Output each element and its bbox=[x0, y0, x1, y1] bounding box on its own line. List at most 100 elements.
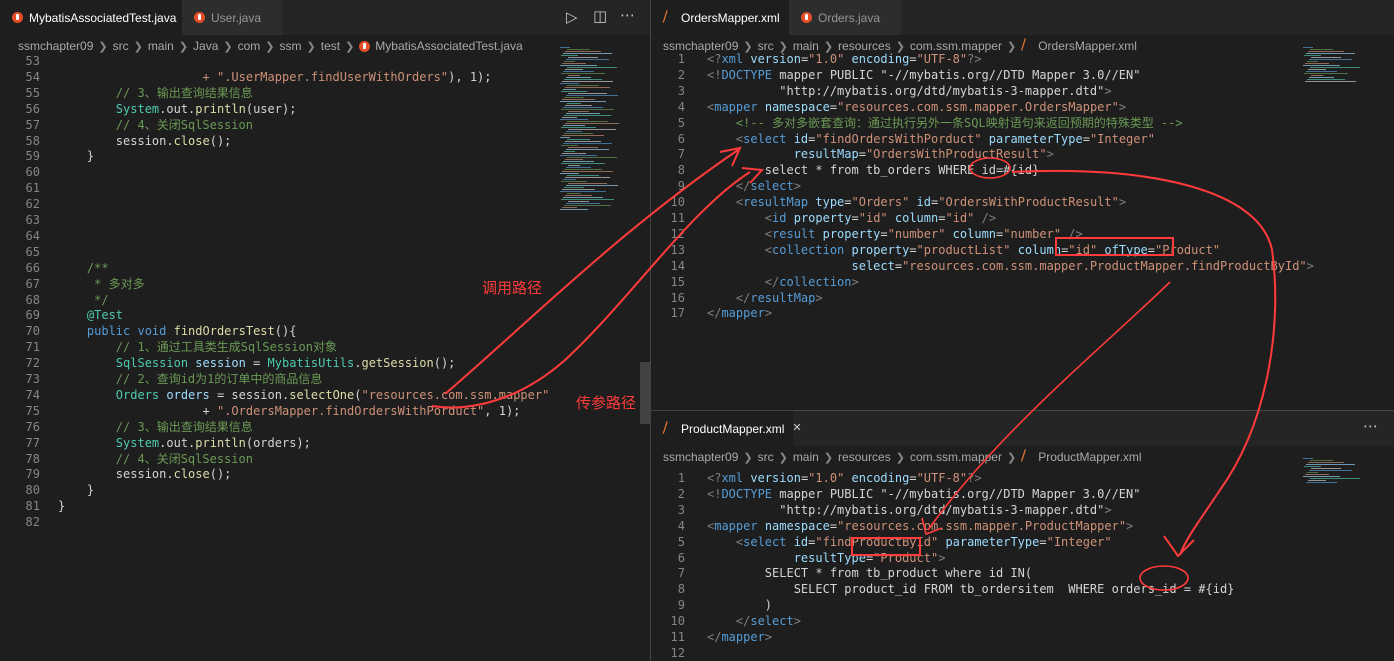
code-line[interactable]: 58 session.close(); bbox=[0, 133, 650, 149]
breadcrumb-item[interactable]: test bbox=[321, 39, 340, 53]
code-line[interactable]: 13 <collection property="productList" co… bbox=[651, 242, 1394, 258]
code-line[interactable]: 1 <?xml version="1.0" encoding="UTF-8"?> bbox=[651, 51, 1394, 67]
code-line[interactable]: 10 </select> bbox=[651, 613, 1394, 629]
code-token: id bbox=[793, 131, 809, 146]
breadcrumb-item[interactable]: ssmchapter09 bbox=[18, 39, 93, 53]
close-icon[interactable] bbox=[790, 421, 804, 436]
code-line[interactable]: 14 select="resources.com.ssm.mapper.Prod… bbox=[651, 258, 1394, 274]
more-actions-icon[interactable]: ⋯ bbox=[1363, 417, 1378, 435]
code-line[interactable]: 4 <mapper namespace="resources.com.ssm.ma… bbox=[651, 518, 1394, 534]
code-line[interactable]: 8 SELECT product_id FROM tb_ordersitem W… bbox=[651, 581, 1394, 597]
breadcrumb-item[interactable]: ssm bbox=[280, 39, 302, 53]
code-line[interactable]: 66 /** bbox=[0, 260, 650, 276]
run-icon[interactable]: ▷ bbox=[566, 8, 578, 26]
code-line[interactable]: 16 </resultMap> bbox=[651, 290, 1394, 306]
code-line[interactable]: 5 <!-- 多对多嵌套查询：通过执行另外一条SQL映射语句来返回预期的特殊类型… bbox=[651, 115, 1394, 131]
code-line[interactable]: 67 * 多对多 bbox=[0, 276, 650, 292]
code-line[interactable]: 3 "http://mybatis.org/dtd/mybatis-3-mapp… bbox=[651, 502, 1394, 518]
code-line[interactable]: 76 // 3、输出查询结果信息 bbox=[0, 419, 650, 435]
breadcrumb-item[interactable]: com.ssm.mapper bbox=[910, 450, 1002, 464]
code-line[interactable]: 78 // 4、关闭SqlSession bbox=[0, 451, 650, 467]
code-line[interactable]: 53 bbox=[0, 53, 650, 69]
code-line[interactable]: 75 + ".OrdersMapper.findOrdersWithPorduc… bbox=[0, 403, 650, 419]
code-line[interactable]: 61 bbox=[0, 180, 650, 196]
breadcrumb-item[interactable]: src bbox=[758, 450, 774, 464]
code-line[interactable]: 72 SqlSession session = MybatisUtils.get… bbox=[0, 355, 650, 371]
code-token: > bbox=[793, 614, 801, 629]
tab-orders-java[interactable]: Orders.java bbox=[789, 0, 901, 35]
code-line[interactable]: 82 bbox=[0, 514, 650, 530]
breadcrumb-item[interactable]: ssmchapter09 bbox=[663, 450, 738, 464]
tab-product-mapper-xml[interactable]: ProductMapper.xml bbox=[651, 411, 802, 446]
code-line[interactable]: 9 ) bbox=[651, 597, 1394, 613]
minimap-line bbox=[564, 97, 584, 98]
code-line[interactable]: 60 bbox=[0, 164, 650, 180]
code-line[interactable]: 55 // 3、输出查询结果信息 bbox=[0, 85, 650, 101]
code-area[interactable]: 1 <?xml version="1.0" encoding="UTF-8"?> 2… bbox=[651, 468, 1394, 661]
code-line[interactable]: 4 <mapper namespace="resources.com.ssm.ma… bbox=[651, 99, 1394, 115]
line-number: 17 bbox=[670, 306, 685, 321]
code-line[interactable]: 10 <resultMap type="Orders" id="OrdersWi… bbox=[651, 194, 1394, 210]
minimap[interactable] bbox=[560, 47, 630, 217]
breadcrumb-item[interactable]: resources bbox=[838, 450, 891, 464]
code-line[interactable]: 62 bbox=[0, 196, 650, 212]
code-line[interactable]: 80 } bbox=[0, 482, 650, 498]
code-line[interactable]: 64 bbox=[0, 228, 650, 244]
code-line[interactable]: 74 Orders orders = session.selectOne("re… bbox=[0, 387, 650, 403]
code-line[interactable]: 6 resultType="Product"> bbox=[651, 550, 1394, 566]
breadcrumb-item[interactable]: Java bbox=[193, 39, 218, 53]
code-line[interactable]: 11 <id property="id" column="id" /> bbox=[651, 210, 1394, 226]
code-line[interactable]: 7 resultMap="OrdersWithProductResult"> bbox=[651, 146, 1394, 162]
code-line[interactable]: 5 <select id = "findProductById" parameter… bbox=[651, 534, 1394, 550]
minimap[interactable] bbox=[1303, 458, 1373, 488]
code-line[interactable]: 3 "http://mybatis.org/dtd/mybatis-3-mapp… bbox=[651, 83, 1394, 99]
code-line[interactable]: 15 </collection> bbox=[651, 274, 1394, 290]
code-line[interactable]: 68 */ bbox=[0, 292, 650, 308]
minimap-line bbox=[564, 115, 611, 116]
code-line[interactable]: 63 bbox=[0, 212, 650, 228]
code-line[interactable]: 2 <!DOCTYPE mapper PUBLIC "-//mybatis.org… bbox=[651, 486, 1394, 502]
breadcrumb-item[interactable]: com bbox=[238, 39, 261, 53]
minimap[interactable] bbox=[1303, 47, 1373, 87]
code-line[interactable]: 81} bbox=[0, 498, 650, 514]
breadcrumb-item[interactable]: main bbox=[793, 450, 819, 464]
breadcrumb-item[interactable]: ProductMapper.xml bbox=[1038, 450, 1141, 464]
code-line[interactable]: 1 <?xml version="1.0" encoding="UTF-8"?> bbox=[651, 470, 1394, 486]
code-line[interactable]: 9 </select> bbox=[651, 178, 1394, 194]
code-line[interactable]: 77 System.out.println(orders); bbox=[0, 435, 650, 451]
vertical-scrollbar[interactable] bbox=[640, 362, 650, 424]
code-token: type bbox=[815, 195, 845, 210]
more-actions-icon[interactable]: ⋯ bbox=[620, 6, 635, 24]
code-token: System bbox=[58, 435, 160, 450]
split-editor-icon[interactable]: ◫ bbox=[593, 7, 607, 25]
tab-mybatis-associated-test[interactable]: MybatisAssociatedTest.java bbox=[0, 0, 195, 35]
code-token: ?> bbox=[967, 52, 982, 66]
code-line[interactable]: 59 } bbox=[0, 148, 650, 164]
code-text: // 4、关闭SqlSession bbox=[58, 117, 253, 133]
breadcrumb-item[interactable]: main bbox=[148, 39, 174, 53]
tab-orders-mapper-xml[interactable]: OrdersMapper.xml bbox=[651, 0, 797, 35]
code-line[interactable]: 11 </mapper> bbox=[651, 629, 1394, 645]
code-line[interactable]: 73 // 2、查询id为1的订单中的商品信息 bbox=[0, 371, 650, 387]
breadcrumb-item[interactable]: MybatisAssociatedTest.java bbox=[375, 39, 522, 53]
code-area[interactable]: 53 54 + ".UserMapper.findUserWithOrders")… bbox=[0, 54, 650, 661]
code-line[interactable]: 70 public void findOrdersTest(){ bbox=[0, 323, 650, 339]
code-line[interactable]: 54 + ".UserMapper.findUserWithOrders"), … bbox=[0, 69, 650, 85]
minimap-line bbox=[565, 105, 592, 106]
breadcrumb-item[interactable]: src bbox=[113, 39, 129, 53]
code-line[interactable]: 65 bbox=[0, 244, 650, 260]
code-line[interactable]: 79 session.close(); bbox=[0, 466, 650, 482]
code-line[interactable]: 57 // 4、关闭SqlSession bbox=[0, 117, 650, 133]
code-area[interactable]: 1 <?xml version="1.0" encoding="UTF-8"?> 2… bbox=[651, 52, 1394, 410]
code-line[interactable]: 6 <select id = "findOrdersWithPorduct" par… bbox=[651, 131, 1394, 147]
code-line[interactable]: 8 select * from tb_orders WHERE id=#{id} bbox=[651, 162, 1394, 178]
code-line[interactable]: 12 bbox=[651, 645, 1394, 661]
tab-user-java[interactable]: User.java bbox=[182, 0, 282, 35]
code-line[interactable]: 2 <!DOCTYPE mapper PUBLIC "-//mybatis.org… bbox=[651, 67, 1394, 83]
code-line[interactable]: 71 // 1、通过工具类生成SqlSession对象 bbox=[0, 339, 650, 355]
code-line[interactable]: 69 @Test bbox=[0, 307, 650, 323]
code-line[interactable]: 7 SELECT * from tb_product where id IN( bbox=[651, 565, 1394, 581]
code-line[interactable]: 12 <result property="number" column="num… bbox=[651, 226, 1394, 242]
code-line[interactable]: 17 </mapper> bbox=[651, 305, 1394, 321]
code-line[interactable]: 56 System.out.println(user); bbox=[0, 101, 650, 117]
